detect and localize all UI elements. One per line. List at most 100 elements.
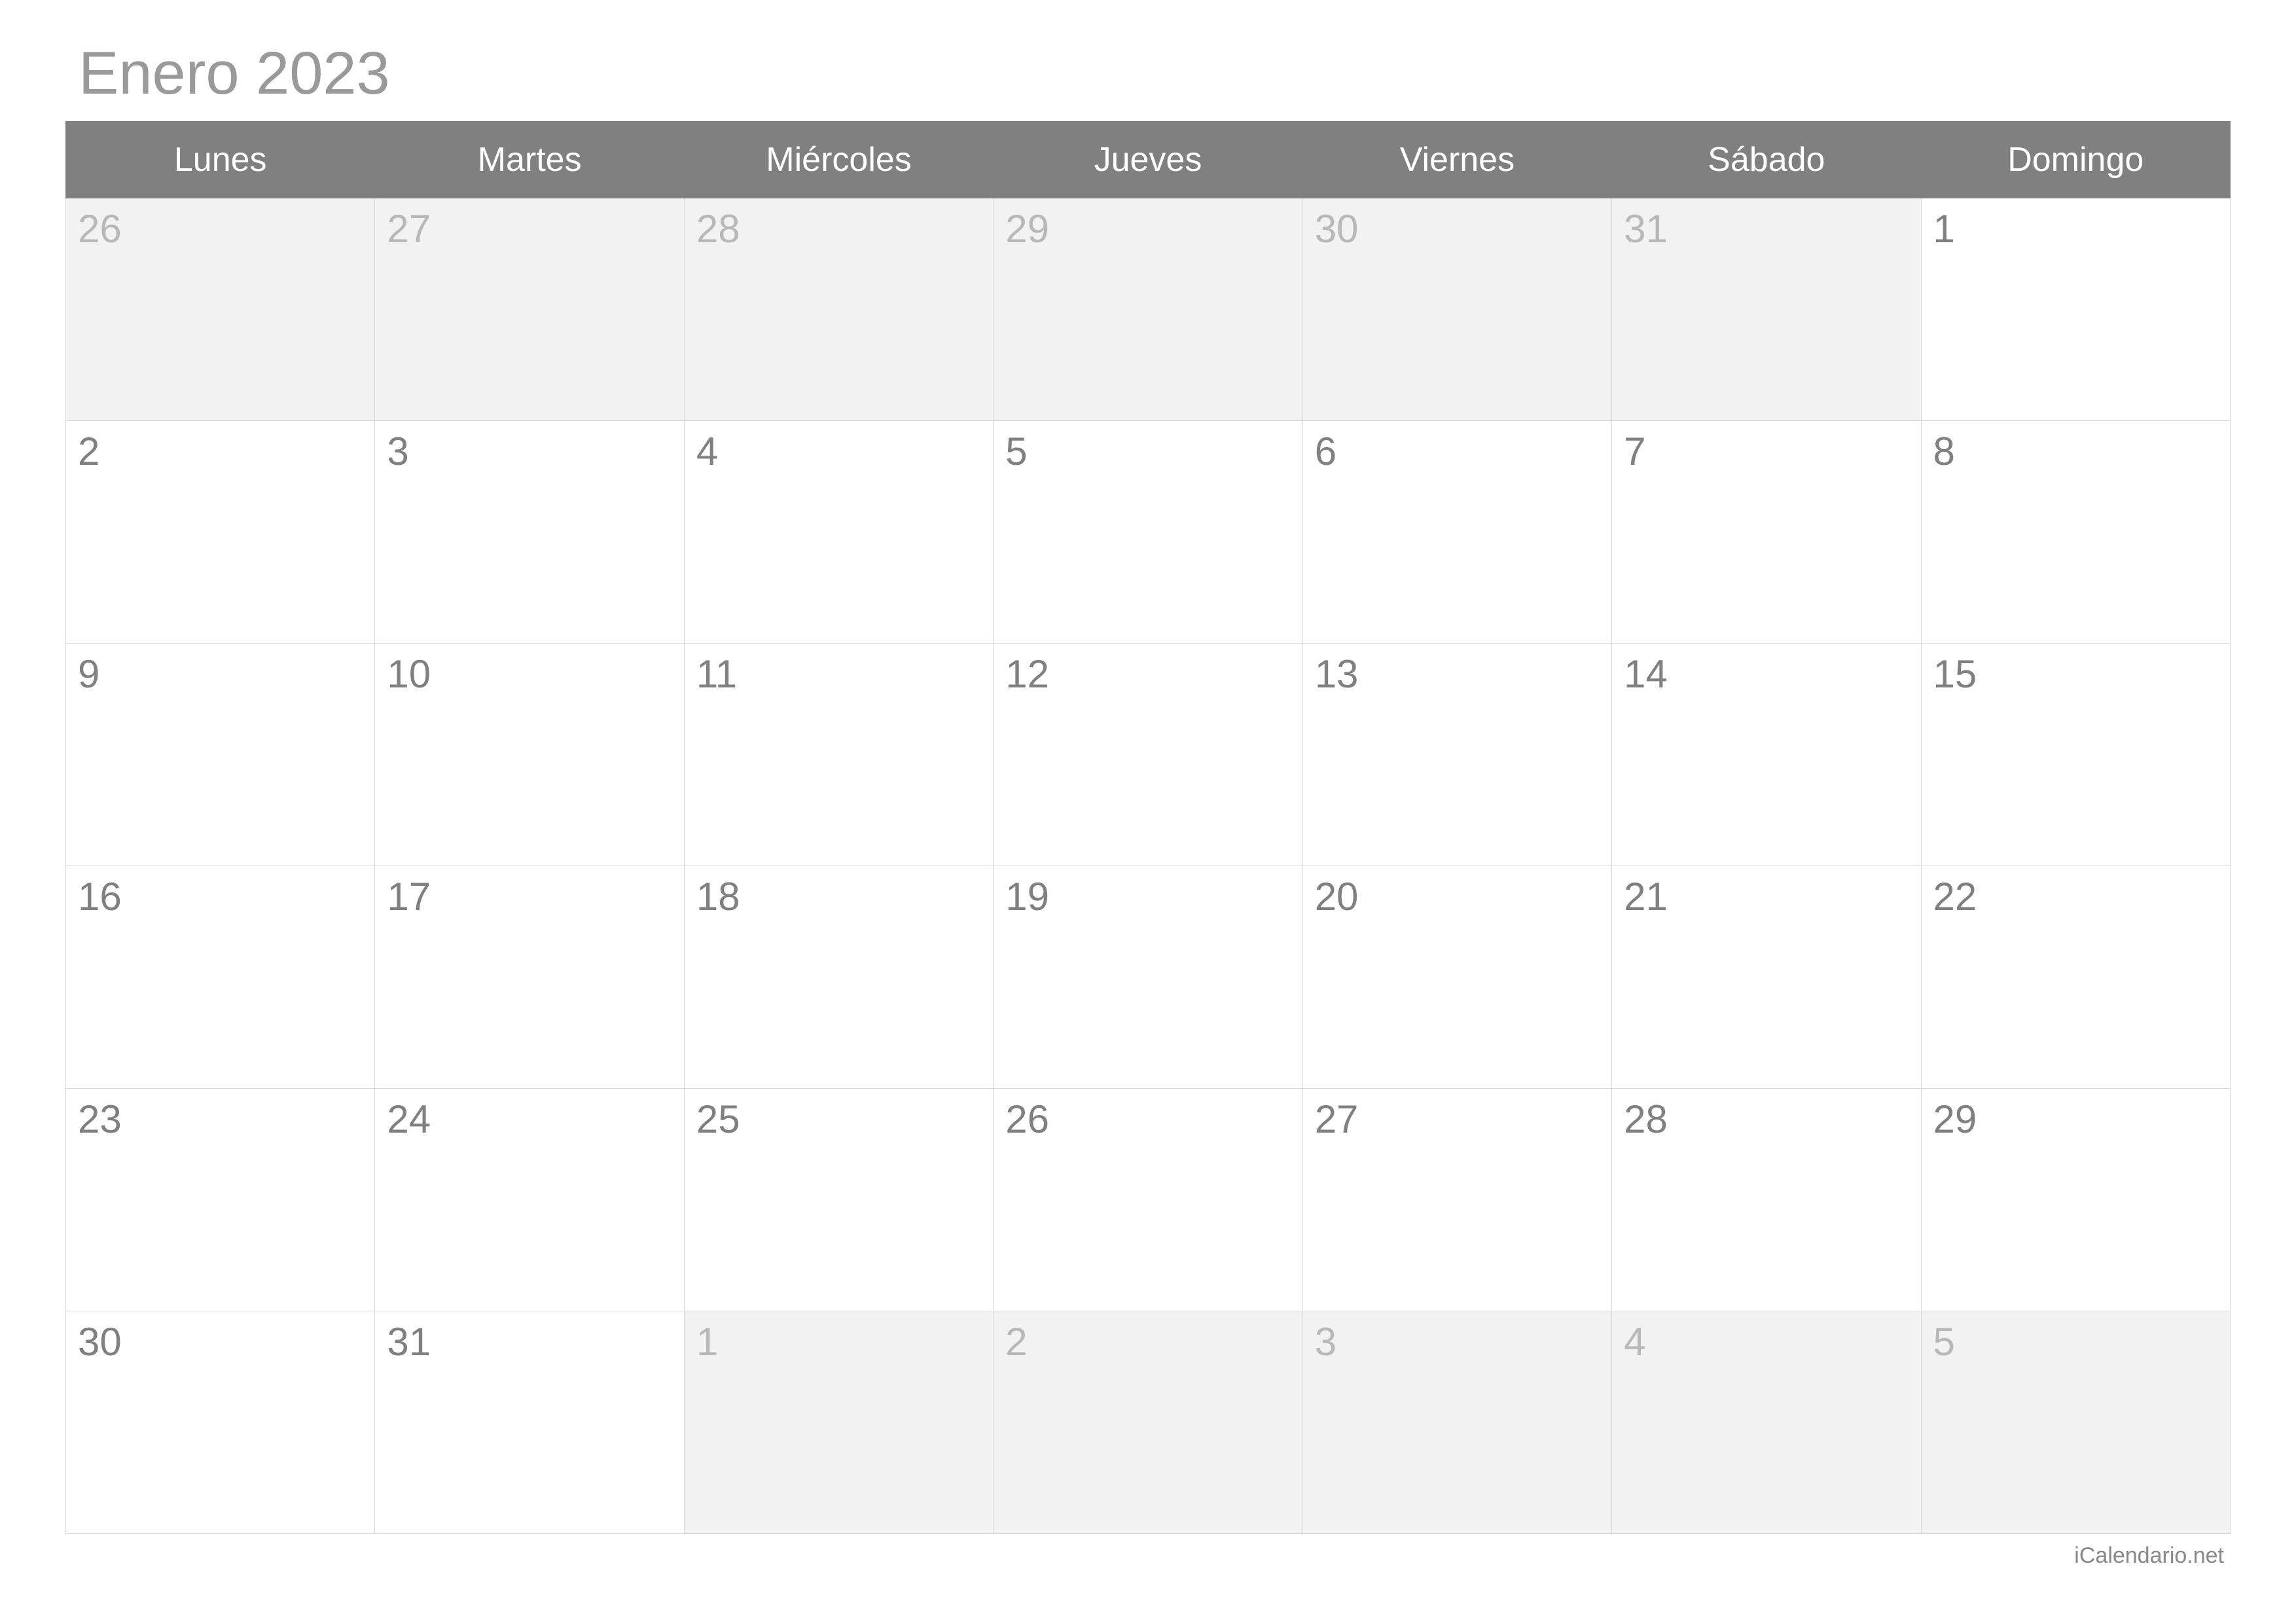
calendar-day-cell: 26 [994, 1089, 1302, 1311]
day-number: 20 [1315, 875, 1359, 919]
calendar-day-cell: 4 [1612, 1311, 1921, 1534]
day-number: 5 [1005, 429, 1027, 473]
day-number: 6 [1315, 429, 1336, 473]
day-number: 11 [696, 652, 737, 696]
day-number: 4 [696, 429, 718, 473]
weekday-header: Martes [375, 122, 684, 198]
calendar-day-cell: 27 [375, 198, 684, 421]
day-number: 28 [1624, 1097, 1668, 1141]
day-number: 28 [696, 207, 740, 251]
day-number: 1 [1933, 207, 1955, 251]
day-number: 27 [1315, 1097, 1359, 1141]
day-number: 12 [1005, 652, 1049, 696]
day-number: 1 [696, 1320, 718, 1364]
calendar-day-cell: 2 [994, 1311, 1302, 1534]
calendar-day-cell: 23 [66, 1089, 375, 1311]
calendar-day-cell: 28 [684, 198, 993, 421]
calendar-day-cell: 15 [1921, 644, 2230, 866]
calendar-day-cell: 1 [684, 1311, 993, 1534]
day-number: 8 [1933, 429, 1955, 473]
calendar-day-cell: 29 [1921, 1089, 2230, 1311]
day-number: 29 [1005, 207, 1049, 251]
page-title: Enero 2023 [79, 39, 2231, 108]
calendar-week-row: 30 31 1 2 3 4 5 [66, 1311, 2231, 1534]
day-number: 29 [1933, 1097, 1977, 1141]
calendar-day-cell: 9 [66, 644, 375, 866]
day-number: 14 [1624, 652, 1668, 696]
day-number: 17 [387, 875, 431, 919]
day-number: 7 [1624, 429, 1645, 473]
calendar-day-cell: 17 [375, 866, 684, 1089]
weekday-header: Sábado [1612, 122, 1921, 198]
calendar-day-cell: 7 [1612, 421, 1921, 644]
calendar-day-cell: 25 [684, 1089, 993, 1311]
calendar-day-cell: 20 [1302, 866, 1611, 1089]
calendar-day-cell: 8 [1921, 421, 2230, 644]
calendar-day-cell: 3 [375, 421, 684, 644]
day-number: 13 [1315, 652, 1359, 696]
day-number: 27 [387, 207, 431, 251]
calendar-day-cell: 13 [1302, 644, 1611, 866]
day-number: 30 [78, 1320, 122, 1364]
calendar-week-row: 26 27 28 29 30 31 1 [66, 198, 2231, 421]
calendar-day-cell: 24 [375, 1089, 684, 1311]
day-number: 2 [78, 429, 99, 473]
day-number: 4 [1624, 1320, 1645, 1364]
day-number: 31 [387, 1320, 431, 1364]
day-number: 26 [1005, 1097, 1049, 1141]
day-number: 25 [696, 1097, 740, 1141]
weekday-header: Lunes [66, 122, 375, 198]
calendar-day-cell: 3 [1302, 1311, 1611, 1534]
calendar-week-row: 16 17 18 19 20 21 22 [66, 866, 2231, 1089]
weekday-header: Miércoles [684, 122, 993, 198]
calendar-day-cell: 30 [66, 1311, 375, 1534]
calendar-day-cell: 28 [1612, 1089, 1921, 1311]
calendar-day-cell: 5 [1921, 1311, 2230, 1534]
calendar-week-row: 9 10 11 12 13 14 15 [66, 644, 2231, 866]
calendar-day-cell: 27 [1302, 1089, 1611, 1311]
calendar-table: Lunes Martes Miércoles Jueves Viernes Sá… [65, 121, 2231, 1534]
day-number: 31 [1624, 207, 1668, 251]
day-number: 5 [1933, 1320, 1955, 1364]
day-number: 18 [696, 875, 740, 919]
day-number: 15 [1933, 652, 1977, 696]
calendar-week-row: 2 3 4 5 6 7 8 [66, 421, 2231, 644]
calendar-day-cell: 6 [1302, 421, 1611, 644]
calendar-day-cell: 21 [1612, 866, 1921, 1089]
day-number: 30 [1315, 207, 1359, 251]
calendar-week-row: 23 24 25 26 27 28 29 [66, 1089, 2231, 1311]
day-number: 26 [78, 207, 122, 251]
day-number: 2 [1005, 1320, 1027, 1364]
calendar-day-cell: 22 [1921, 866, 2230, 1089]
calendar-day-cell: 1 [1921, 198, 2230, 421]
day-number: 9 [78, 652, 99, 696]
day-number: 10 [387, 652, 431, 696]
calendar-day-cell: 26 [66, 198, 375, 421]
calendar-day-cell: 18 [684, 866, 993, 1089]
calendar-day-cell: 4 [684, 421, 993, 644]
calendar-body: 2627282930311234567891011121314151617181… [66, 198, 2231, 1534]
day-number: 16 [78, 875, 122, 919]
calendar-day-cell: 16 [66, 866, 375, 1089]
day-number: 19 [1005, 875, 1049, 919]
weekday-header: Viernes [1302, 122, 1611, 198]
calendar-day-cell: 2 [66, 421, 375, 644]
calendar-day-cell: 31 [375, 1311, 684, 1534]
footer-credit: iCalendario.net [65, 1543, 2231, 1569]
day-number: 21 [1624, 875, 1668, 919]
calendar-day-cell: 29 [994, 198, 1302, 421]
day-number: 3 [1315, 1320, 1336, 1364]
weekday-header-row: Lunes Martes Miércoles Jueves Viernes Sá… [66, 122, 2231, 198]
calendar-day-cell: 5 [994, 421, 1302, 644]
day-number: 22 [1933, 875, 1977, 919]
calendar-day-cell: 14 [1612, 644, 1921, 866]
day-number: 3 [387, 429, 408, 473]
weekday-header: Jueves [994, 122, 1302, 198]
calendar-day-cell: 19 [994, 866, 1302, 1089]
calendar-day-cell: 30 [1302, 198, 1611, 421]
calendar-day-cell: 31 [1612, 198, 1921, 421]
day-number: 24 [387, 1097, 431, 1141]
calendar-day-cell: 12 [994, 644, 1302, 866]
day-number: 23 [78, 1097, 122, 1141]
weekday-header: Domingo [1921, 122, 2230, 198]
